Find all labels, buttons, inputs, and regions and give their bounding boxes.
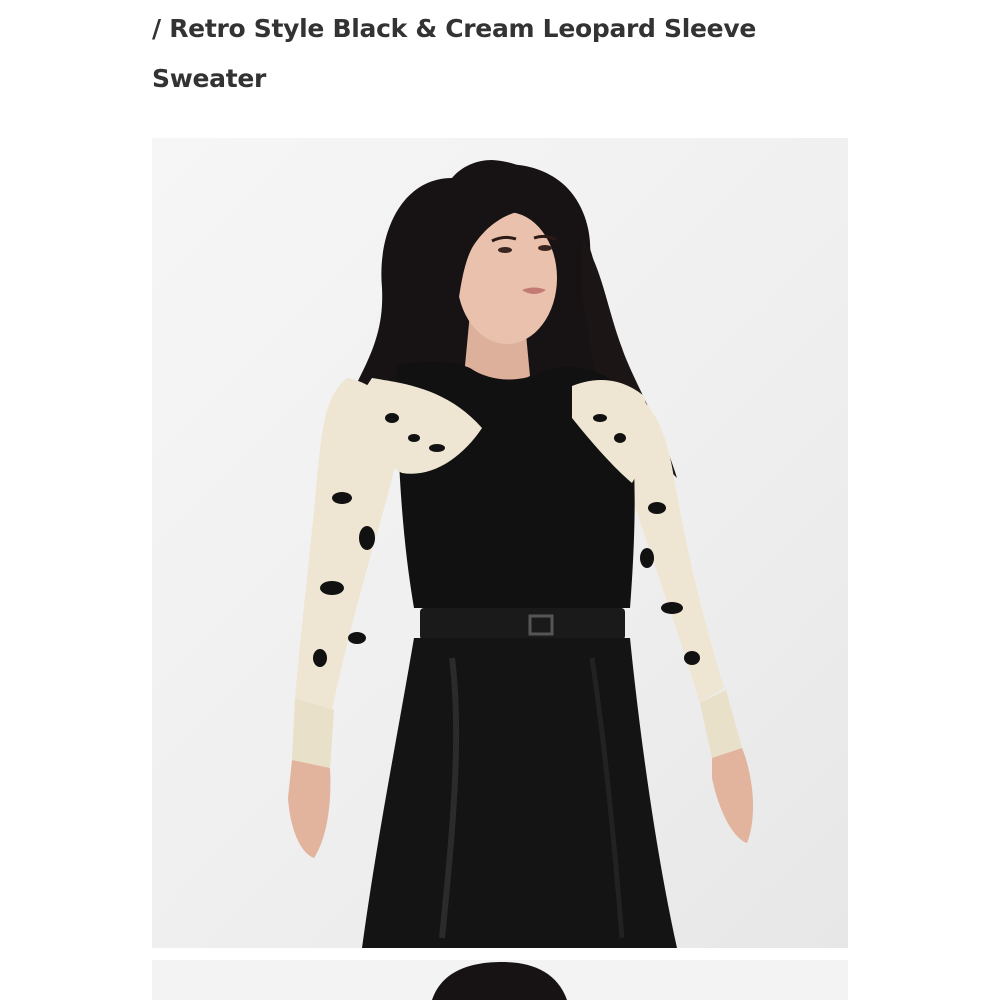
- eye-right: [538, 245, 552, 251]
- model-photo-2: [432, 962, 567, 1000]
- hand-left: [288, 760, 331, 858]
- product-page: / Retro Style Black & Cream Leopard Slee…: [0, 0, 1000, 1000]
- hair-top-2: [432, 962, 567, 1000]
- cuff-left: [292, 698, 334, 768]
- product-main-image[interactable]: [152, 138, 848, 948]
- product-title-breadcrumb: / Retro Style Black & Cream Leopard Slee…: [152, 14, 756, 93]
- product-second-image[interactable]: [152, 960, 848, 1000]
- eye-left: [498, 247, 512, 253]
- belt: [420, 608, 625, 640]
- cuff-right: [700, 690, 742, 758]
- model-photo: [288, 160, 754, 948]
- hand-right: [712, 748, 754, 843]
- leather-skirt: [362, 638, 677, 948]
